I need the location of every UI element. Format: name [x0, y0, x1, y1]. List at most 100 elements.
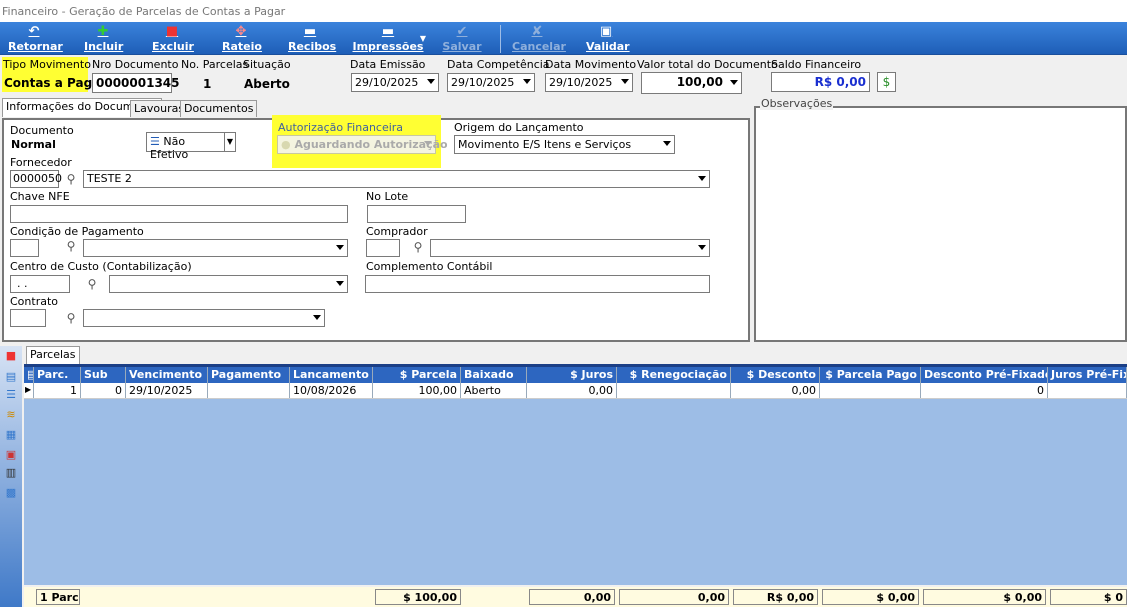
schedule-icon[interactable]: ▣	[4, 448, 18, 462]
chevron-down-icon	[313, 315, 321, 320]
cell-baixado[interactable]: Aberto	[461, 383, 527, 398]
search-icon[interactable]: ⚲	[63, 171, 79, 187]
calendar-icon[interactable]: ▦	[4, 428, 18, 442]
cell-sub[interactable]: 0	[81, 383, 126, 398]
columns-icon[interactable]: ▥	[4, 466, 18, 480]
chevron-down-icon	[336, 281, 344, 286]
cell-juros[interactable]: 0,00	[527, 383, 617, 398]
comprador-select[interactable]	[430, 239, 710, 257]
table-row[interactable]: ▶ 1 0 29/10/2025 10/08/2026 100,00 Abert…	[24, 383, 1127, 399]
cell-parc[interactable]: 1	[34, 383, 81, 398]
status-dot-icon: ●	[281, 138, 295, 151]
delete-icon: ■	[165, 24, 179, 39]
origem-label: Origem do Lançamento	[454, 121, 584, 134]
search-icon[interactable]: ⚲	[63, 238, 79, 254]
col-parc[interactable]: Parc.	[34, 367, 81, 383]
col-lancamento[interactable]: Lancamento	[290, 367, 373, 383]
situacao-value: Aberto	[244, 77, 290, 91]
col-desconto[interactable]: $ Desconto	[731, 367, 820, 383]
origem-select[interactable]: Movimento E/S Itens e Serviços	[454, 135, 675, 154]
cell-vencimento[interactable]: 29/10/2025	[126, 383, 208, 398]
data-emissao-picker[interactable]: 29/10/2025	[351, 73, 439, 92]
contrato-select[interactable]	[83, 309, 325, 327]
incluir-button[interactable]: ✚ Incluir	[84, 22, 123, 55]
toolbar: ↶ Retornar ✚ Incluir ■ Excluir ✥ Rateio ▬ Rec…	[0, 22, 1127, 55]
fornecedor-select[interactable]: TESTE 2	[83, 170, 710, 188]
cell-desconto[interactable]: 0,00	[731, 383, 820, 398]
cancelar-button[interactable]: ✘ Cancelar	[512, 22, 566, 55]
tab-parcelas[interactable]: Parcelas	[26, 346, 80, 365]
condicao-label: Condição de Pagamento	[10, 225, 144, 238]
grid-header: ▤ Parc. Sub Vencimento Pagamento Lancame…	[24, 367, 1127, 383]
fornecedor-code-input[interactable]: 0000050	[10, 170, 62, 188]
contrato-code-input[interactable]	[10, 309, 46, 327]
cell-desconto-pre-fixado[interactable]: 0	[921, 383, 1048, 398]
nao-efetivo-button[interactable]: ☰ Não Efetivo	[146, 132, 225, 161]
complemento-input[interactable]	[365, 275, 710, 293]
rateio-icon: ✥	[235, 24, 247, 39]
list-icon[interactable]: ☰	[4, 388, 18, 402]
centro-custo-input[interactable]: . .	[10, 275, 70, 293]
chevron-down-icon	[424, 141, 432, 146]
chave-nfe-input[interactable]	[10, 205, 348, 223]
col-juros-pre-fixado[interactable]: Juros Pré-Fix	[1048, 367, 1127, 383]
col-baixado[interactable]: Baixado	[461, 367, 527, 383]
retornar-button[interactable]: ↶ Retornar	[8, 22, 63, 55]
grid-icon[interactable]: ▩	[4, 486, 18, 500]
cell-lancamento[interactable]: 10/08/2026	[290, 383, 373, 398]
recibos-button[interactable]: ▬ Recibos	[288, 22, 336, 55]
money-bag-icon[interactable]: $	[877, 72, 896, 92]
col-vencimento[interactable]: Vencimento	[126, 367, 208, 383]
valor-total-label: Valor total do Documento	[637, 58, 778, 71]
cell-renegociacao[interactable]	[617, 383, 731, 398]
documento-label: Documento	[10, 124, 74, 137]
col-juros[interactable]: $ Juros	[527, 367, 617, 383]
search-icon[interactable]: ⚲	[84, 276, 100, 292]
footer-desconto-total: R$ 0,00	[733, 589, 818, 605]
tipo-movimento-label: Tipo Movimento	[3, 58, 91, 71]
no-lote-input[interactable]	[367, 205, 466, 223]
col-renegociacao[interactable]: $ Renegociação	[617, 367, 731, 383]
grid-empty-area	[24, 399, 1127, 585]
cell-parcela[interactable]: 100,00	[373, 383, 461, 398]
condicao-code-input[interactable]	[10, 239, 39, 257]
chevron-down-icon	[336, 245, 344, 250]
contrato-label: Contrato	[10, 295, 59, 308]
col-desconto-pre-fixado[interactable]: Desconto Pré-Fixado	[921, 367, 1048, 383]
salvar-button[interactable]: ✔ Salvar	[442, 22, 482, 55]
chevron-down-icon	[523, 79, 531, 84]
col-parcela-pago[interactable]: $ Parcela Pago	[820, 367, 921, 383]
footer-parcela-pago-total: $ 0,00	[822, 589, 919, 605]
footer-parc-count: 1 Parc	[36, 589, 80, 605]
excluir-button[interactable]: ■ Excluir	[152, 22, 194, 55]
search-icon[interactable]: ⚲	[63, 310, 79, 326]
col-pagamento[interactable]: Pagamento	[208, 367, 290, 383]
footer-desconto-pre-total: $ 0,00	[923, 589, 1046, 605]
cell-pagamento[interactable]	[208, 383, 290, 398]
chevron-down-icon	[427, 79, 435, 84]
validar-button[interactable]: ▣ Validar	[586, 22, 630, 55]
comprador-code-input[interactable]	[366, 239, 400, 257]
centro-custo-select[interactable]	[109, 275, 348, 293]
nao-efetivo-dropdown[interactable]: ▼	[224, 132, 236, 152]
cell-juros-pre-fixado[interactable]	[1048, 383, 1127, 398]
data-competencia-picker[interactable]: 29/10/2025	[447, 73, 535, 92]
condicao-select[interactable]	[83, 239, 348, 257]
data-movimento-picker[interactable]: 29/10/2025	[545, 73, 633, 92]
observacoes-textarea[interactable]	[754, 106, 1127, 342]
no-parcelas-value: 1	[203, 77, 212, 91]
coins-icon[interactable]: ≋	[4, 408, 18, 422]
impressoes-button[interactable]: ▬ Impressões ▼	[348, 22, 428, 55]
search-icon[interactable]: ⚲	[410, 239, 426, 255]
tab-documentos[interactable]: Documentos	[180, 100, 258, 117]
nro-documento-field[interactable]: 0000001345	[92, 73, 180, 93]
add-row-icon[interactable]: ▤	[4, 370, 18, 384]
chevron-down-icon	[698, 176, 706, 181]
col-sub[interactable]: Sub	[81, 367, 126, 383]
autorizacao-select[interactable]: ● Aguardando Autorização	[277, 135, 448, 154]
rateio-button[interactable]: ✥ Rateio	[222, 22, 262, 55]
delete-icon[interactable]: ■	[4, 349, 18, 363]
cell-parcela-pago[interactable]	[820, 383, 921, 398]
col-parcela[interactable]: $ Parcela	[373, 367, 461, 383]
valor-total-field[interactable]: 100,00	[641, 72, 742, 94]
